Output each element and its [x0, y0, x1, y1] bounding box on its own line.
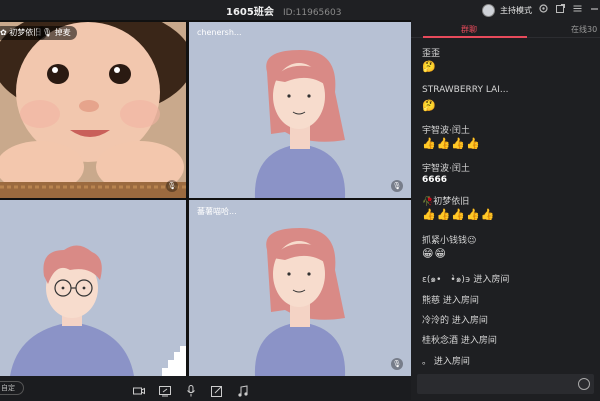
- list-item: 歪歪: [422, 49, 441, 59]
- baby-photo: [0, 22, 186, 198]
- participant-name: chenersh...: [197, 28, 242, 37]
- video-tile-3[interactable]: [0, 200, 186, 376]
- flower-icon: ✿: [0, 28, 7, 37]
- list-item: 桂秋念酒 进入房间: [422, 336, 497, 346]
- microphone-icon[interactable]: [185, 382, 197, 397]
- microphone-icon: 🎙: [42, 28, 53, 37]
- list-item: 宇智波·闰土: [422, 164, 470, 174]
- window-controls: [538, 3, 600, 14]
- video-grid: ✿ 初梦依旧 🎙 掉麦 🎙 chenersh... 🎙 蕃薯喵哈... 🎙: [0, 20, 411, 376]
- avatar[interactable]: [482, 3, 495, 17]
- video-tile-2[interactable]: chenersh... 🎙: [189, 22, 411, 198]
- bar-indicator: [162, 346, 186, 376]
- room-id: ID:11965603: [283, 8, 342, 18]
- list-item: STRAWBERRY LAI...: [422, 85, 509, 95]
- list-item: 🥀初梦依旧: [422, 197, 470, 207]
- window-title: 1605班会: [226, 7, 274, 18]
- settings-icon[interactable]: [538, 3, 549, 14]
- list-item: 宇智波·闰土: [422, 126, 470, 136]
- host-mode[interactable]: 主持模式: [482, 2, 532, 18]
- female-avatar-illustration: [189, 200, 411, 376]
- female-avatar-illustration: [189, 22, 411, 198]
- participant-name: 蕃薯喵哈...: [197, 207, 237, 216]
- active-tab-indicator: [423, 36, 527, 38]
- mic-status-icon: 🎙: [166, 180, 178, 192]
- video-tile-1[interactable]: ✿ 初梦依旧 🎙 掉麦 🎙: [0, 22, 186, 198]
- edit-icon[interactable]: [211, 382, 223, 397]
- emoji-row: 🤔: [422, 99, 436, 112]
- bottom-toolbar: 自定: [0, 376, 411, 400]
- window-title-group: 1605班会 ID:11965603: [226, 3, 341, 18]
- list-item: 熊慈 进入房间: [422, 296, 479, 306]
- chat-tabs: 群聊 在线30: [411, 20, 600, 38]
- chat-input[interactable]: [417, 374, 594, 394]
- camera-icon[interactable]: [133, 382, 145, 395]
- list-item: 6666: [422, 175, 448, 185]
- host-mode-label: 主持模式: [500, 5, 532, 15]
- mic-status-icon: 🎙: [391, 180, 403, 192]
- popout-icon[interactable]: [555, 3, 566, 14]
- emoji-row: 🤔: [422, 60, 436, 73]
- emoji-row: 👍 👍 👍 👍 👍: [422, 208, 495, 221]
- music-icon[interactable]: [237, 382, 249, 397]
- screen-share-icon[interactable]: [159, 382, 171, 397]
- male-avatar-illustration: [0, 200, 186, 376]
- list-item: 。 进入房间: [422, 357, 470, 367]
- tab-group-chat[interactable]: 群聊: [461, 24, 477, 35]
- custom-button[interactable]: 自定: [0, 381, 24, 395]
- title-bar: 1605班会 ID:11965603 主持模式: [0, 0, 600, 20]
- list-item: 冷泠的 进入房间: [422, 316, 488, 326]
- emoji-row: 👍 👍 👍 👍: [422, 137, 480, 150]
- emoji-row: 😁 😁: [422, 247, 446, 260]
- chat-panel: 群聊 在线30 歪歪 🤔 STRAWBERRY LAI... 🤔 宇智波·闰土 …: [411, 20, 600, 400]
- mic-off-badge[interactable]: 🎙 掉麦: [36, 26, 77, 40]
- minimize-icon[interactable]: [589, 3, 600, 14]
- menu-icon[interactable]: [572, 3, 583, 14]
- list-item: 抓紧小钱钱😉: [422, 236, 477, 246]
- tab-online[interactable]: 在线30: [571, 24, 597, 35]
- list-item: ε(๑• •̀๑)϶ 进入房间: [422, 275, 510, 285]
- video-tile-4[interactable]: 蕃薯喵哈... 🎙: [189, 200, 411, 376]
- mic-status-icon: 🎙: [391, 358, 403, 370]
- emoji-picker-icon[interactable]: [578, 378, 590, 390]
